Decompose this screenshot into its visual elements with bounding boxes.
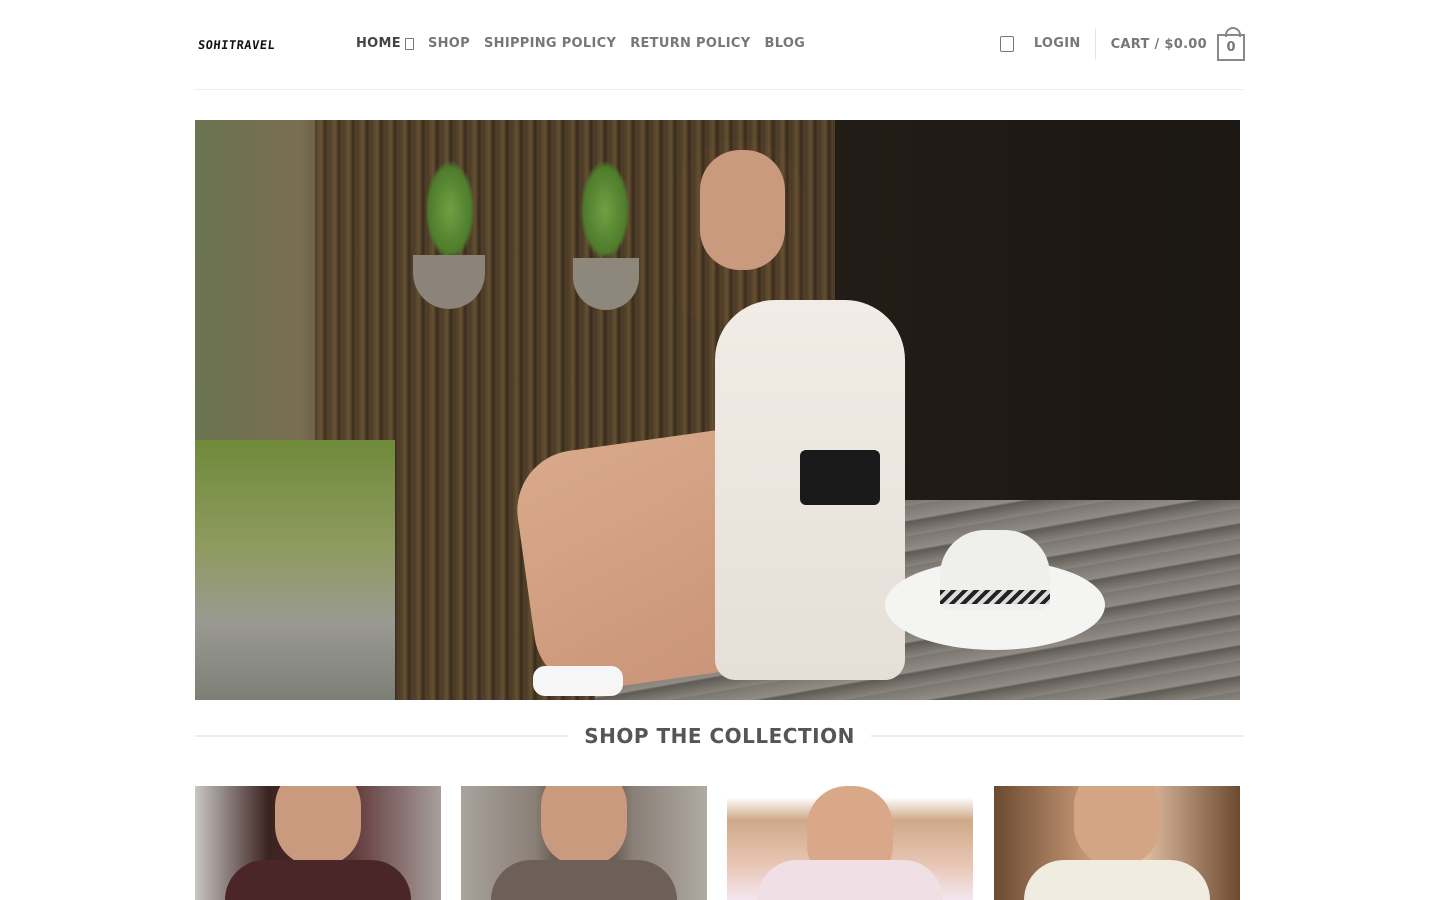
hero-sneaker [533, 666, 623, 696]
product-card[interactable] [994, 786, 1240, 900]
header-divider [195, 89, 1244, 90]
hero-model-face [700, 150, 785, 270]
nav-item-return-policy[interactable]: RETURN POLICY [630, 36, 750, 51]
main-nav: HOME SHOP SHIPPING POLICY RETURN POLICY … [356, 36, 819, 51]
search-icon[interactable] [999, 36, 1014, 52]
heading-divider-left [195, 735, 569, 737]
product-image-garment [491, 860, 677, 900]
product-image-garment [757, 860, 943, 900]
hero-plant-left [425, 160, 475, 260]
nav-item-home[interactable]: HOME [356, 36, 414, 51]
hero-camera [800, 450, 880, 505]
cart-link[interactable]: CART / $0.00 [1111, 37, 1207, 52]
hero-banner[interactable] [195, 120, 1240, 700]
nav-item-blog[interactable]: BLOG [764, 36, 805, 51]
product-image-garment [1024, 860, 1210, 900]
section-title: SHOP THE COLLECTION [584, 724, 855, 748]
site-logo[interactable]: SOHITRAVEL [197, 38, 276, 52]
product-image-garment [225, 860, 411, 900]
hero-hat-band [940, 590, 1050, 604]
hero-plant-right [580, 160, 630, 260]
site-header: SOHITRAVEL HOME SHOP SHIPPING POLICY RET… [0, 0, 1440, 90]
product-image-model [541, 786, 627, 866]
nav-item-shop[interactable]: SHOP [428, 36, 470, 51]
product-image-model [1074, 786, 1160, 866]
hero-garden-path [195, 440, 395, 700]
cart-count-badge[interactable]: 0 [1217, 26, 1245, 61]
login-link[interactable]: LOGIN [1034, 28, 1096, 60]
product-card[interactable] [461, 786, 707, 900]
collection-heading: SHOP THE COLLECTION [195, 722, 1245, 750]
header-actions: LOGIN CART / $0.00 0 [999, 25, 1245, 63]
chevron-down-icon [404, 37, 414, 50]
nav-item-home-label: HOME [356, 36, 401, 51]
product-card[interactable] [727, 786, 973, 900]
heading-divider-right [870, 735, 1245, 737]
product-card[interactable] [195, 786, 441, 900]
nav-item-shipping-policy[interactable]: SHIPPING POLICY [484, 36, 616, 51]
product-image-model [275, 786, 361, 866]
